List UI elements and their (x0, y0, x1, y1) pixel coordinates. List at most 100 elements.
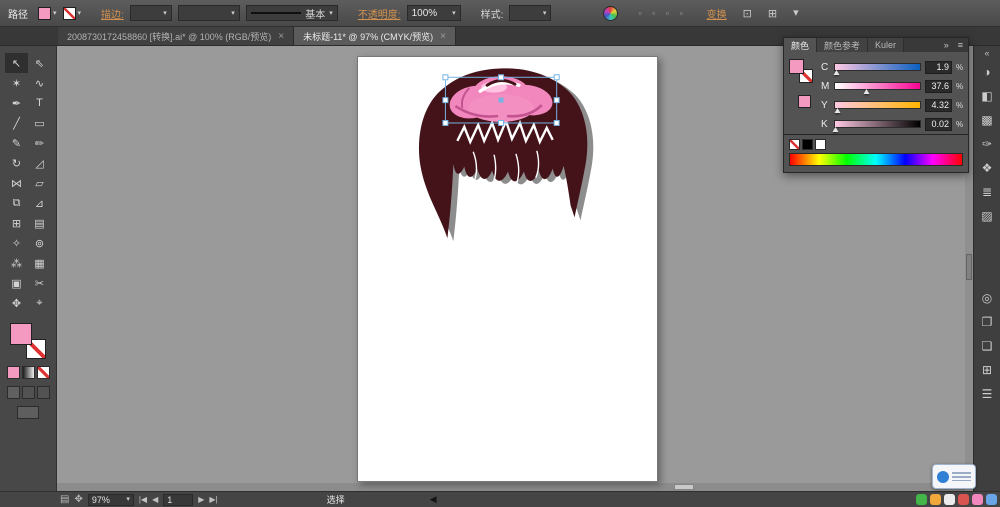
artwork[interactable] (358, 57, 657, 481)
fill-swatch[interactable] (10, 323, 32, 345)
pencil-tool[interactable]: ✏ (28, 133, 51, 153)
artboard-tool[interactable]: ▣ (5, 273, 28, 293)
channel-value-input[interactable] (925, 79, 952, 93)
stroke-panel-icon[interactable]: ≣ (974, 180, 1000, 204)
hand-tool[interactable]: ✥ (5, 293, 28, 313)
white-swatch[interactable] (815, 139, 826, 150)
tab-close-button[interactable]: × (278, 31, 284, 42)
screen-mode-button[interactable] (17, 406, 39, 419)
style-select[interactable]: ▾ (509, 5, 552, 21)
channel-slider-track[interactable] (833, 63, 921, 75)
align-icons[interactable]: ▫ ▫ ▫ ▫ (638, 8, 686, 18)
tray-icon[interactable] (986, 494, 997, 505)
channel-slider-track[interactable] (834, 101, 921, 113)
color-guide-panel-icon[interactable]: ◧ (974, 84, 1000, 108)
draw-behind-mode-button[interactable] (21, 386, 35, 399)
magic-wand-tool[interactable]: ✶ (5, 73, 28, 93)
mesh-tool[interactable]: ⊞ (5, 213, 28, 233)
control-menu-caret-icon[interactable]: ▾ (793, 7, 799, 19)
slider-thumb[interactable] (833, 70, 840, 75)
zoom-select[interactable]: 97% ▾ (87, 493, 134, 506)
document-tab[interactable]: 2008730172458860 [转换].ai* @ 100% (RGB/预览… (58, 27, 295, 45)
gradient-tool[interactable]: ▤ (28, 213, 51, 233)
shape-builder-tool[interactable]: ⧉ (5, 193, 28, 213)
lasso-tool[interactable]: ∿ (28, 73, 51, 93)
dock-collapse-button[interactable]: « (984, 46, 989, 60)
rotate-tool[interactable]: ↻ (5, 153, 28, 173)
arrange-documents-icon[interactable]: ⊞ (768, 7, 777, 20)
selection-handle[interactable] (553, 97, 560, 104)
first-artboard-button[interactable]: |◀ (139, 495, 147, 504)
tray-icon[interactable] (972, 494, 983, 505)
last-artboard-button[interactable]: ▶| (209, 495, 217, 504)
recolor-artwork-button[interactable] (603, 5, 619, 21)
paintbrush-tool[interactable]: ✎ (5, 133, 28, 153)
prev-artboard-button[interactable]: ◀ (152, 495, 158, 504)
pen-tool[interactable]: ✒ (5, 93, 28, 113)
selection-handle[interactable] (442, 74, 449, 81)
status-collapse-icon[interactable]: ◀ (430, 494, 437, 505)
channel-value-input[interactable] (925, 117, 952, 131)
align-panel-icon[interactable]: ☰ (974, 382, 1000, 406)
tray-icon[interactable] (916, 494, 927, 505)
status-hand-icon[interactable]: ✥ (74, 494, 82, 505)
opacity-input[interactable]: 100% ▾ (406, 5, 461, 21)
fill-color-control[interactable]: ▾ (38, 6, 57, 20)
selection-handle[interactable] (553, 74, 560, 81)
appearance-panel-icon[interactable]: ◎ (974, 286, 1000, 310)
symbol-sprayer-tool[interactable]: ⁂ (5, 253, 28, 273)
color-mode-button[interactable] (6, 366, 20, 379)
scale-tool[interactable]: ◿ (28, 153, 51, 173)
selection-handle[interactable] (498, 74, 505, 81)
channel-value-input[interactable] (925, 60, 952, 74)
brush-definition-select[interactable]: 基本 ▾ (245, 5, 338, 21)
swatches-panel-icon[interactable]: ▩ (974, 108, 1000, 132)
stroke-weight-select[interactable]: ▾ (129, 5, 172, 21)
selection-handle[interactable] (442, 97, 449, 104)
color-panel-icon[interactable]: ◑ (974, 60, 1000, 84)
panel-collapse-icon[interactable]: » (940, 38, 953, 52)
graphic-styles-panel-icon[interactable]: ❐ (974, 310, 1000, 334)
rectangle-tool[interactable]: ▭ (28, 113, 51, 133)
opacity-panel-link[interactable]: 不透明度: (358, 6, 401, 21)
tray-icon[interactable] (930, 494, 941, 505)
artboard[interactable] (357, 56, 658, 482)
none-mode-button[interactable] (36, 366, 50, 379)
slice-tool[interactable]: ✂ (28, 273, 51, 293)
direct-selection-tool[interactable]: ⇖ (28, 53, 51, 73)
horizontal-scrollbar[interactable] (57, 483, 965, 491)
vertical-scrollbar-thumb[interactable] (966, 254, 972, 280)
width-tool[interactable]: ⋈ (5, 173, 28, 193)
fill-stroke-widget[interactable] (10, 323, 46, 359)
type-tool[interactable]: T (28, 93, 51, 113)
channel-value-input[interactable] (925, 98, 952, 112)
draw-inside-mode-button[interactable] (36, 386, 50, 399)
line-segment-tool[interactable]: ╱ (5, 113, 28, 133)
zoom-tool[interactable]: ⌖ (28, 293, 51, 313)
tray-icon[interactable] (944, 494, 955, 505)
next-artboard-button[interactable]: ▶ (198, 495, 204, 504)
tab-close-button[interactable]: × (440, 31, 446, 42)
channel-slider-track[interactable] (834, 82, 921, 94)
draw-normal-mode-button[interactable] (6, 386, 20, 399)
free-transform-tool[interactable]: ▱ (28, 173, 51, 193)
color-spectrum-bar[interactable] (789, 153, 963, 166)
ime-toolbar[interactable] (932, 464, 976, 489)
black-swatch[interactable] (802, 139, 813, 150)
blend-tool[interactable]: ⊚ (28, 233, 51, 253)
slider-thumb[interactable] (863, 89, 870, 94)
slider-thumb[interactable] (834, 108, 841, 113)
artboards-panel-icon[interactable]: ⊞ (974, 358, 1000, 382)
stroke-color-control[interactable]: ▾ (62, 6, 81, 20)
horizontal-scrollbar-thumb[interactable] (674, 484, 695, 490)
selection-handle[interactable] (442, 119, 449, 126)
current-color-chip[interactable] (798, 95, 811, 108)
slider-thumb[interactable] (832, 127, 839, 132)
brushes-panel-icon[interactable]: ✑ (974, 132, 1000, 156)
selection-tool[interactable]: ↖ (5, 53, 28, 73)
isolate-selection-icon[interactable]: ⊡ (743, 7, 752, 20)
channel-slider-track[interactable] (832, 120, 921, 132)
gradient-panel-icon[interactable]: ▨ (974, 204, 1000, 228)
document-tab[interactable]: 未标题-11* @ 97% (CMYK/预览) × (294, 27, 456, 45)
panel-menu-icon[interactable]: ≡ (953, 38, 968, 52)
